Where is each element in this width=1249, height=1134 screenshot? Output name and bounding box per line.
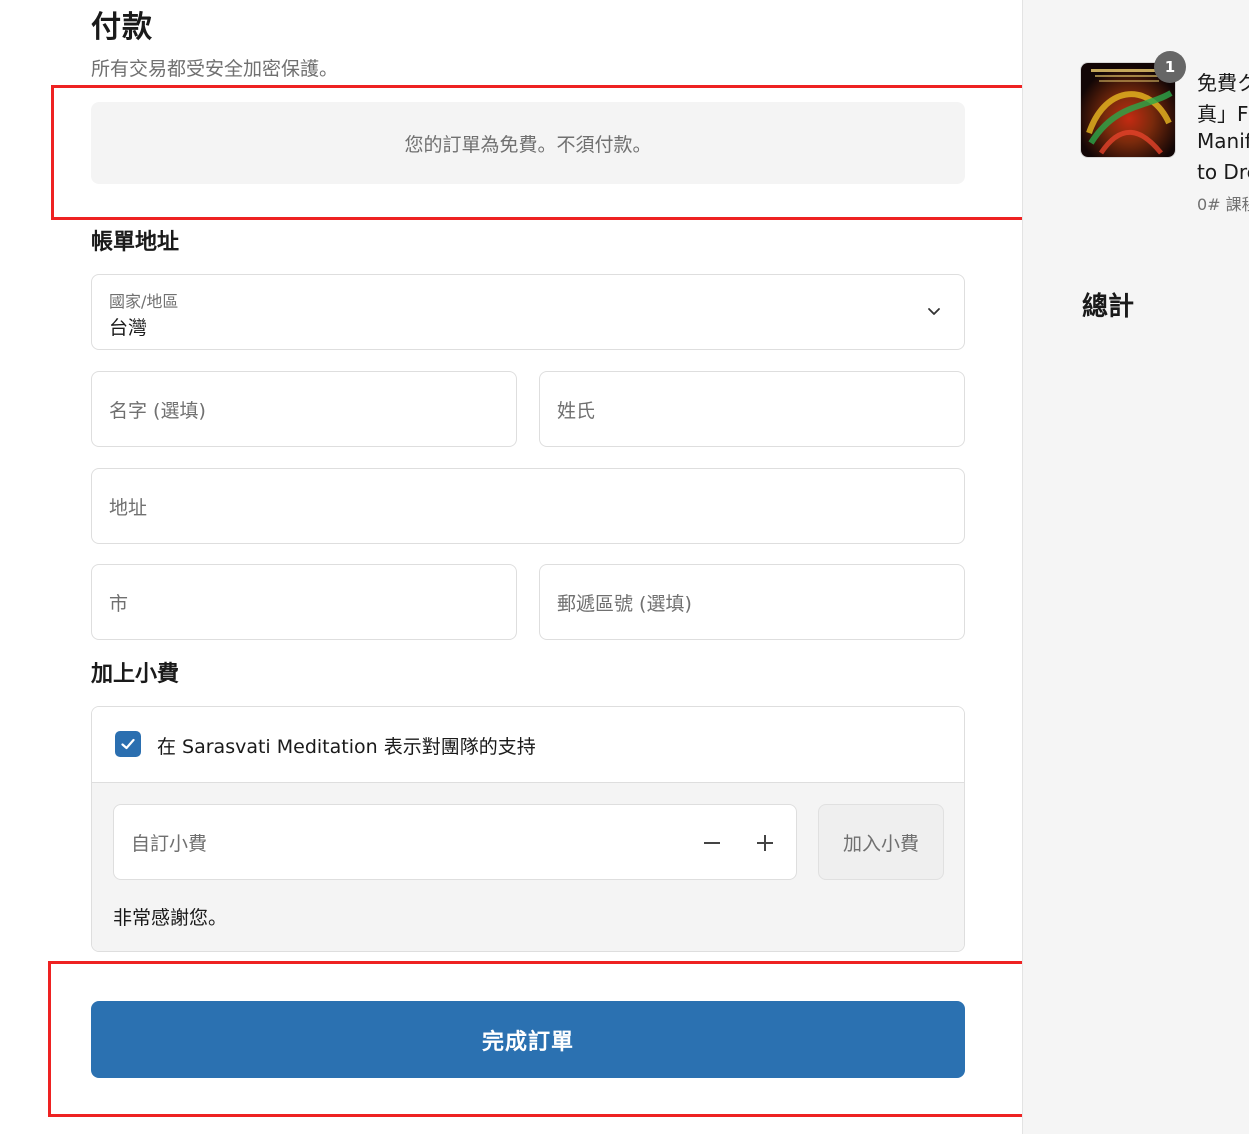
last-name-placeholder: 姓氏 (557, 400, 596, 422)
address-placeholder: 地址 (109, 497, 148, 519)
first-name-field[interactable]: 名字 (選填) (91, 371, 517, 447)
city-placeholder: 市 (109, 593, 129, 615)
product-meta: 0# 課程 (1197, 195, 1249, 214)
chevron-down-icon (928, 308, 940, 315)
checkmark-icon (121, 738, 135, 750)
country-select[interactable]: 國家/地區 台灣 (91, 274, 965, 350)
address-field[interactable]: 地址 (91, 468, 965, 544)
payment-heading: 付款 (91, 10, 153, 45)
first-name-placeholder: 名字 (選填) (109, 400, 206, 422)
free-order-notice: 您的訂單為免費。不須付款。 (91, 102, 965, 184)
custom-tip-input[interactable]: 自訂小費 (113, 804, 797, 880)
product-title-line: to Dre (1197, 160, 1249, 184)
product-title-line: 真」F (1197, 102, 1249, 126)
postal-code-field[interactable]: 郵遞區號 (選填) (539, 564, 965, 640)
tip-checkbox[interactable] (115, 731, 141, 757)
last-name-field[interactable]: 姓氏 (539, 371, 965, 447)
add-tip-button[interactable]: 加入小費 (818, 804, 944, 880)
payment-subtitle: 所有交易都受安全加密保護。 (91, 58, 339, 80)
plus-icon (757, 835, 773, 851)
order-summary-sidebar: 1 免費ク 真」F Manif to Dre 0# 課程 總計 (1022, 0, 1249, 1134)
total-label: 總計 (1082, 292, 1135, 322)
increment-button[interactable] (751, 829, 779, 857)
tip-heading: 加上小費 (91, 662, 180, 687)
tip-checkbox-label: 在 Sarasvati Meditation 表示對團隊的支持 (157, 736, 536, 758)
city-field[interactable]: 市 (91, 564, 517, 640)
decrement-button[interactable] (698, 829, 726, 857)
tip-panel: 在 Sarasvati Meditation 表示對團隊的支持 自訂小費 加入小… (91, 706, 965, 952)
country-label: 國家/地區 (109, 292, 179, 311)
postal-code-placeholder: 郵遞區號 (選填) (557, 593, 692, 615)
tip-thanks-text: 非常感謝您。 (113, 907, 228, 929)
custom-tip-area: 自訂小費 加入小費 非常感謝您。 (92, 783, 964, 951)
custom-tip-placeholder: 自訂小費 (131, 833, 208, 855)
quantity-badge: 1 (1154, 51, 1186, 83)
minus-icon (704, 842, 720, 844)
tip-opt-in-row[interactable]: 在 Sarasvati Meditation 表示對團隊的支持 (92, 707, 964, 783)
complete-order-button[interactable]: 完成訂單 (91, 1001, 965, 1078)
product-title-line: Manif (1197, 129, 1249, 153)
billing-heading: 帳單地址 (91, 230, 180, 255)
product-title-line: 免費ク (1197, 71, 1249, 95)
country-value: 台灣 (109, 317, 148, 339)
